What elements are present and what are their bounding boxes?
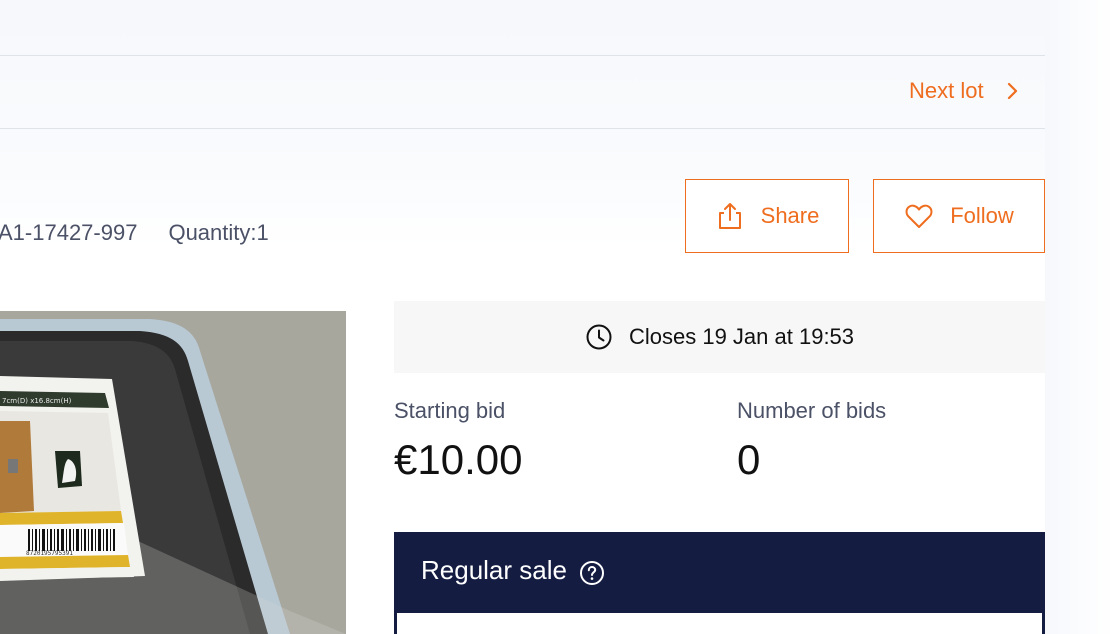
follow-button[interactable]: Follow bbox=[873, 179, 1045, 253]
lot-reference: A1-17427-997 bbox=[0, 220, 138, 245]
lot-meta: A1-17427-997 Quantity:1 bbox=[0, 220, 269, 246]
divider-nav bbox=[0, 128, 1045, 129]
product-photo: 7cm(D) x16.8cm(H) 8720195795391 bbox=[0, 311, 346, 634]
closing-prefix: Closes bbox=[628, 324, 697, 349]
regular-sale-panel: Regular sale bbox=[394, 532, 1045, 634]
share-button[interactable]: Share bbox=[685, 179, 849, 253]
number-of-bids-value: 0 bbox=[737, 436, 761, 483]
starting-bid-label: Starting bid bbox=[394, 398, 506, 423]
closing-time-banner: Closes 19 Jan at 19:53 bbox=[394, 301, 1045, 373]
chevron-right-icon bbox=[1007, 82, 1017, 100]
regular-sale-title: Regular sale bbox=[421, 554, 567, 585]
closing-datetime: 19 Jan at 19:53 bbox=[702, 324, 855, 349]
barcode-digits: 8720195795391 bbox=[26, 550, 73, 557]
lot-photo[interactable]: 7cm(D) x16.8cm(H) 8720195795391 bbox=[0, 311, 346, 634]
next-lot-link[interactable]: Next lot bbox=[909, 76, 1022, 106]
lot-quantity: Quantity:1 bbox=[168, 220, 269, 245]
number-of-bids-label: Number of bids bbox=[737, 398, 887, 423]
share-label: Share bbox=[760, 203, 820, 228]
regular-sale-body bbox=[397, 613, 1042, 634]
divider-top bbox=[0, 55, 1045, 56]
box-label-text: 7cm(D) x16.8cm(H) bbox=[2, 397, 72, 405]
follow-label: Follow bbox=[950, 203, 1014, 228]
next-lot-label: Next lot bbox=[909, 78, 984, 103]
question-circle-icon[interactable] bbox=[579, 560, 605, 586]
share-icon bbox=[718, 203, 741, 229]
page-gutter bbox=[1045, 0, 1114, 634]
starting-bid-value: €10.00 bbox=[394, 436, 523, 483]
regular-sale-header: Regular sale bbox=[421, 554, 605, 586]
clock-icon bbox=[586, 324, 612, 350]
heart-icon bbox=[905, 204, 933, 228]
closing-text: Closes 19 Jan at 19:53 bbox=[629, 324, 854, 350]
